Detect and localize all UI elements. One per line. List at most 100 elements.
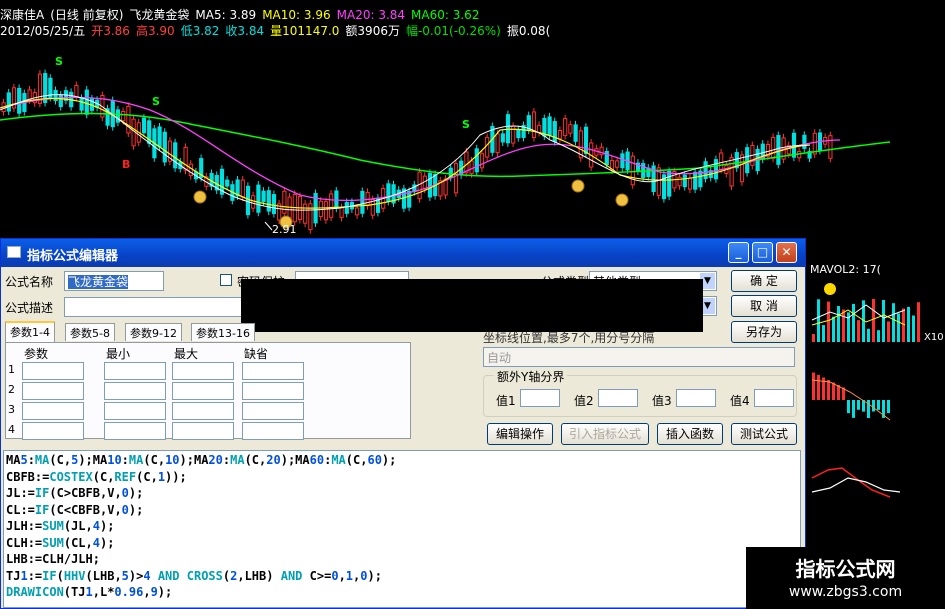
candle-body <box>615 160 620 168</box>
param-cell[interactable] <box>242 402 304 420</box>
save-as-button[interactable]: 另存为 <box>731 321 797 343</box>
candle-body <box>568 124 573 134</box>
param-header-name: 参数 <box>24 347 49 361</box>
macd-bar <box>817 375 820 400</box>
insert-function-button[interactable]: 插入函数 <box>657 423 723 445</box>
axis-value-input[interactable] <box>520 389 560 407</box>
volume-bar <box>852 303 855 342</box>
tab-params-13-16[interactable]: 参数13-16 <box>191 323 255 341</box>
param-cell[interactable] <box>172 362 234 380</box>
param-cell[interactable] <box>104 362 166 380</box>
param-cell[interactable] <box>22 382 84 400</box>
volume-subchart[interactable]: MAVOL2: 17( X10 <box>810 263 944 343</box>
param-cell[interactable] <box>172 402 234 420</box>
cancel-button[interactable]: 取 消 <box>731 295 797 317</box>
maximize-button[interactable]: □ <box>752 242 773 263</box>
volume-bar <box>877 330 880 342</box>
candle-body <box>802 134 807 149</box>
candle-body <box>485 136 490 158</box>
candle-body <box>495 133 500 154</box>
edit-ops-button[interactable]: 编辑操作 <box>487 423 553 445</box>
header-item: MA5: 3.89 <box>195 8 257 22</box>
param-cell[interactable] <box>172 422 234 440</box>
header-item: 开3.86 <box>91 24 130 38</box>
macd-bar <box>827 380 830 400</box>
candle-body <box>479 153 485 169</box>
candle-body <box>240 179 245 198</box>
candle-body <box>251 195 256 209</box>
volume-bar <box>822 325 825 342</box>
volume-bar <box>832 316 835 342</box>
volume-bar <box>897 313 900 342</box>
code-line: CLH:=SUM(CL,4); <box>6 535 115 550</box>
candle-body <box>667 170 672 197</box>
minimize-button[interactable]: _ <box>728 242 749 263</box>
header-item: 幅-0.01(-0.26%) <box>405 24 501 38</box>
formula-desc-input[interactable] <box>64 297 244 317</box>
candle-body <box>6 92 11 112</box>
code-line: CBFB:=COSTEX(C,REF(C,1)); <box>6 469 187 484</box>
macd-bar <box>857 400 860 410</box>
axis-input[interactable]: 自动 <box>483 347 795 367</box>
candle-body <box>318 200 323 218</box>
candle-body <box>407 190 412 208</box>
close-button[interactable]: ✕ <box>776 242 797 263</box>
volume-bar <box>827 301 830 342</box>
sell-signal-icon: S <box>55 55 63 68</box>
test-formula-button[interactable]: 测试公式 <box>731 423 797 445</box>
volume-bar <box>872 299 875 342</box>
password-checkbox[interactable] <box>220 274 232 286</box>
candle-body <box>464 151 469 174</box>
dialog-titlebar[interactable]: 指标公式编辑器 _ □ ✕ <box>1 239 805 267</box>
sell-signal-icon: S <box>462 118 470 131</box>
axis-value-input[interactable] <box>598 389 638 407</box>
param-cell[interactable] <box>22 362 84 380</box>
candle-body <box>339 207 344 218</box>
name-label: 公式名称 <box>5 275 54 289</box>
param-cell[interactable] <box>242 362 304 380</box>
dialog-title: 指标公式编辑器 <box>27 249 119 264</box>
axis-value-input[interactable] <box>676 389 716 407</box>
code-line: MA5:MA(C,5);MA10:MA(C,10);MA20:MA(C,20);… <box>6 453 397 467</box>
param-cell[interactable] <box>242 422 304 440</box>
candle-body <box>500 133 505 143</box>
candle-body <box>27 89 32 101</box>
buy-signal-icon: B <box>122 158 130 171</box>
param-cell[interactable] <box>104 422 166 440</box>
import-formula-button[interactable]: 引入指标公式 <box>561 423 649 445</box>
formula-code-editor[interactable]: MA5:MA(C,5);MA10:MA(C,10);MA20:MA(C,20);… <box>3 450 801 608</box>
sell-signal-icon: S <box>152 95 160 108</box>
candle-body <box>682 174 687 188</box>
volume-bar <box>842 309 845 342</box>
param-cell[interactable] <box>242 382 304 400</box>
axis-value-input[interactable] <box>754 389 794 407</box>
low-price-label: 2.91 <box>272 223 297 236</box>
tab-params-9-12[interactable]: 参数9-12 <box>125 323 182 341</box>
tab-params-1-4[interactable]: 参数1-4 <box>5 321 55 343</box>
volume-bar <box>837 306 840 342</box>
header-item: 2012/05/25/五 <box>0 24 86 38</box>
tab-params-5-8[interactable]: 参数5-8 <box>65 323 115 341</box>
param-cell[interactable] <box>104 402 166 420</box>
candle-body <box>474 148 479 173</box>
param-cell[interactable] <box>172 382 234 400</box>
param-cell[interactable] <box>22 422 84 440</box>
extra-axis-group: 额外Y轴分界 值1 值2 值3 值4 <box>483 368 797 417</box>
param-cell[interactable] <box>104 382 166 400</box>
volume-bar <box>882 299 885 342</box>
header-item: 低3.82 <box>180 24 220 38</box>
volume-bar <box>917 302 920 342</box>
header-item: MA60: 3.62 <box>411 8 480 22</box>
candle-body <box>573 124 578 142</box>
param-cell[interactable] <box>22 402 84 420</box>
desc-label: 公式描述 <box>5 301 54 315</box>
kdj-line-red <box>811 467 891 498</box>
ok-button[interactable]: 确 定 <box>731 270 797 292</box>
header-item: 深康佳A <box>0 8 45 22</box>
formula-name-input[interactable]: 飞龙黄金袋 <box>64 271 164 291</box>
candle-body <box>630 155 635 186</box>
low-pointer <box>264 221 273 231</box>
kdj-subchart[interactable] <box>811 467 901 498</box>
macd-subchart[interactable] <box>811 372 891 421</box>
candle-body <box>84 89 89 115</box>
